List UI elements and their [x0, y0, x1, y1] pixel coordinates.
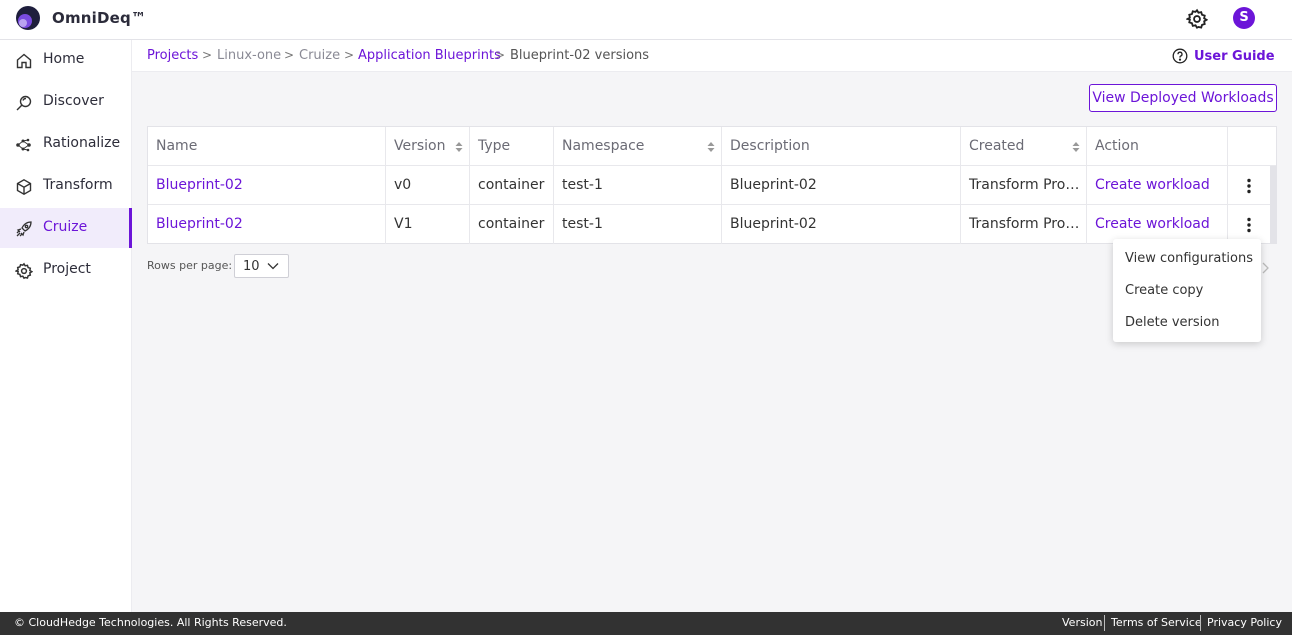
table-header-row: Name Version Type Namespace Description …	[148, 127, 1276, 166]
rocket-icon	[16, 221, 32, 237]
sidebar-item-label: Home	[43, 51, 85, 67]
column-header-version[interactable]: Version	[386, 127, 470, 166]
breadcrumb-linux-one[interactable]: Linux-one	[217, 48, 281, 63]
footer-divider	[1200, 615, 1201, 631]
discover-icon	[16, 95, 32, 111]
cell-version: V1	[386, 205, 470, 244]
sidebar-item-label: Cruize	[43, 219, 88, 235]
settings-gear-icon[interactable]	[1186, 8, 1208, 30]
breadcrumb-application-blueprints[interactable]: Application Blueprints	[358, 48, 501, 63]
versions-table: Name Version Type Namespace Description …	[147, 126, 1277, 244]
cell-type: container	[470, 166, 554, 205]
chevron-down-icon	[267, 263, 279, 270]
row-context-menu: View configurations Create copy Delete v…	[1113, 239, 1261, 342]
cell-version: v0	[386, 166, 470, 205]
home-icon	[16, 53, 32, 69]
cell-description: Blueprint-02	[722, 205, 961, 244]
sort-icon[interactable]	[707, 142, 715, 152]
column-header-created[interactable]: Created	[961, 127, 1087, 166]
footer-link-privacy[interactable]: Privacy Policy	[1207, 616, 1282, 629]
create-workload-link[interactable]: Create workload	[1087, 166, 1228, 205]
breadcrumb-current: Blueprint-02 versions	[510, 48, 650, 63]
sidebar-item-transform[interactable]: Transform	[0, 166, 132, 206]
breadcrumb-cruize[interactable]: Cruize	[299, 48, 340, 63]
cell-description: Blueprint-02	[722, 166, 961, 205]
table-row: Blueprint-02 V1 container test-1 Bluepri…	[148, 205, 1276, 244]
sidebar-item-discover[interactable]: Discover	[0, 82, 132, 122]
sidebar-item-project[interactable]: Project	[0, 250, 132, 290]
cell-type: container	[470, 205, 554, 244]
rows-per-page-value: 10	[243, 259, 260, 274]
cube-icon	[16, 178, 32, 196]
table-row: Blueprint-02 v0 container test-1 Bluepri…	[148, 166, 1276, 205]
sidebar-item-rationalize[interactable]: Rationalize	[0, 124, 132, 164]
breadcrumb-separator: >	[284, 48, 295, 62]
column-header-description[interactable]: Description	[722, 127, 961, 166]
top-bar: OmniDeq™ S	[0, 0, 1292, 40]
sidebar-item-label: Transform	[43, 177, 113, 193]
user-guide-link[interactable]: User Guide	[1172, 48, 1275, 64]
sidebar: Home Discover Rationalize Transform Crui…	[0, 40, 132, 612]
footer: © CloudHedge Technologies. All Rights Re…	[0, 612, 1292, 635]
footer-copyright: © CloudHedge Technologies. All Rights Re…	[14, 616, 287, 629]
cell-created: Transform Profi...	[961, 166, 1087, 205]
breadcrumb: Projects > Linux-one > Cruize > Applicat…	[132, 40, 1292, 72]
column-header-menu	[1228, 127, 1276, 166]
column-header-action: Action	[1087, 127, 1228, 166]
blueprint-name-link[interactable]: Blueprint-02	[148, 205, 386, 244]
rationalize-icon	[16, 138, 31, 152]
sidebar-item-cruize[interactable]: Cruize	[0, 208, 132, 248]
column-header-name[interactable]: Name	[148, 127, 386, 166]
breadcrumb-projects[interactable]: Projects	[147, 48, 198, 63]
sidebar-item-label: Rationalize	[43, 135, 121, 151]
rows-per-page-label: Rows per page:	[147, 259, 233, 272]
column-header-type[interactable]: Type	[470, 127, 554, 166]
omnideq-logo-icon	[16, 6, 40, 30]
more-vertical-icon[interactable]	[1246, 217, 1252, 233]
sort-icon[interactable]	[455, 142, 463, 152]
breadcrumb-separator: >	[202, 48, 213, 62]
app-brand: OmniDeq™	[52, 9, 147, 27]
user-guide-label: User Guide	[1194, 48, 1275, 64]
menu-item-view-configurations[interactable]: View configurations	[1113, 243, 1261, 275]
breadcrumb-separator: >	[495, 48, 506, 62]
cell-created: Transform Profi...	[961, 205, 1087, 244]
menu-item-create-copy[interactable]: Create copy	[1113, 275, 1261, 307]
help-circle-icon	[1172, 48, 1188, 64]
gear-icon	[15, 262, 33, 280]
user-avatar[interactable]: S	[1233, 7, 1255, 29]
next-page-chevron-icon[interactable]	[1260, 262, 1270, 274]
menu-item-delete-version[interactable]: Delete version	[1113, 307, 1261, 339]
view-deployed-workloads-button[interactable]: View Deployed Workloads	[1089, 84, 1277, 112]
table-scrollbar[interactable]	[1270, 166, 1276, 244]
sort-icon[interactable]	[1072, 142, 1080, 152]
column-header-namespace[interactable]: Namespace	[554, 127, 722, 166]
breadcrumb-separator: >	[344, 48, 355, 62]
more-vertical-icon[interactable]	[1246, 178, 1252, 194]
blueprint-name-link[interactable]: Blueprint-02	[148, 166, 386, 205]
row-menu-cell	[1228, 166, 1276, 205]
sidebar-item-label: Project	[43, 261, 91, 277]
sidebar-item-label: Discover	[43, 93, 104, 109]
cell-namespace: test-1	[554, 166, 722, 205]
sidebar-item-home[interactable]: Home	[0, 40, 132, 80]
cell-namespace: test-1	[554, 205, 722, 244]
rows-per-page-select[interactable]: 10	[234, 254, 289, 278]
footer-link-version[interactable]: Version	[1062, 616, 1102, 629]
footer-link-terms[interactable]: Terms of Service	[1111, 616, 1202, 629]
footer-divider	[1104, 615, 1105, 631]
